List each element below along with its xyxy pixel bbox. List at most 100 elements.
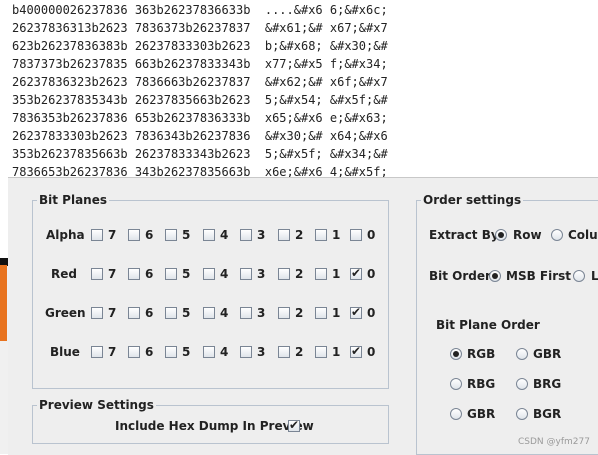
- alpha-bit-6-label: 6: [145, 228, 154, 242]
- order-settings-group: Order settings Extract By Row Colum Bit …: [416, 192, 598, 455]
- green-bit-7-checkbox[interactable]: [91, 307, 103, 319]
- blue-bit-2-label: 2: [295, 345, 304, 359]
- red-bit-5-checkbox[interactable]: [165, 268, 177, 280]
- hex-line: 26237836323b2623 7836663b26237837 &#x62;…: [12, 75, 388, 89]
- plane-order-rgb-radio[interactable]: [450, 348, 462, 360]
- bit-order-msb-radio[interactable]: [489, 270, 501, 282]
- red-bit-0-label: 0: [367, 267, 376, 281]
- blue-bit-7-checkbox[interactable]: [91, 346, 103, 358]
- blue-bit-1-label: 1: [332, 345, 341, 359]
- alpha-bit-3-checkbox[interactable]: [240, 229, 252, 241]
- blue-bit-6-label: 6: [145, 345, 154, 359]
- green-row-label: Green: [45, 306, 86, 320]
- extract-by-column-radio[interactable]: [551, 229, 563, 241]
- blue-bit-4-checkbox[interactable]: [203, 346, 215, 358]
- green-bit-3-checkbox[interactable]: [240, 307, 252, 319]
- blue-bit-0-checkbox[interactable]: [350, 344, 362, 358]
- plane-order-grb-label: GBR: [533, 347, 562, 361]
- green-bit-4-checkbox[interactable]: [203, 307, 215, 319]
- red-bit-2-label: 2: [295, 267, 304, 281]
- bit-order-label: Bit Order: [429, 269, 491, 283]
- extract-by-row-radio[interactable]: [495, 229, 507, 241]
- extract-by-column-label: Colum: [568, 228, 598, 242]
- blue-bit-2-checkbox[interactable]: [278, 346, 290, 358]
- alpha-bit-1-label: 1: [332, 228, 341, 242]
- red-bit-3-checkbox[interactable]: [240, 268, 252, 280]
- watermark: CSDN @yfm277: [518, 437, 590, 447]
- green-bit-1-label: 1: [332, 306, 341, 320]
- blue-bit-7-label: 7: [108, 345, 117, 359]
- plane-order-gbr-radio[interactable]: [450, 408, 462, 420]
- extract-by-label: Extract By: [429, 228, 499, 242]
- alpha-bit-2-label: 2: [295, 228, 304, 242]
- preview-settings-group: Preview Settings Include Hex Dump In Pre…: [32, 397, 389, 444]
- alpha-bit-2-checkbox[interactable]: [278, 229, 290, 241]
- hex-line: 7836353b26237836 653b26237836333b x65;&#…: [12, 111, 388, 125]
- bit-order-msb-label: MSB First: [506, 269, 572, 283]
- plane-order-bgr-label: BGR: [533, 407, 562, 421]
- alpha-bit-7-label: 7: [108, 228, 117, 242]
- alpha-bit-6-checkbox[interactable]: [128, 229, 140, 241]
- alpha-bit-0-label: 0: [367, 228, 376, 242]
- include-hex-dump-checkbox[interactable]: [288, 418, 300, 432]
- red-bit-1-label: 1: [332, 267, 341, 281]
- green-bit-0-checkbox[interactable]: [350, 305, 362, 319]
- blue-bit-4-label: 4: [220, 345, 229, 359]
- alpha-bit-4-checkbox[interactable]: [203, 229, 215, 241]
- green-bit-6-checkbox[interactable]: [128, 307, 140, 319]
- blue-bit-5-label: 5: [182, 345, 191, 359]
- green-bit-4-label: 4: [220, 306, 229, 320]
- plane-order-gbr-label: GBR: [467, 407, 496, 421]
- hex-line: 26237836313b2623 7836373b26237837 &#x61;…: [12, 21, 388, 35]
- green-bit-2-label: 2: [295, 306, 304, 320]
- include-hex-dump-label: Include Hex Dump In Preview: [115, 419, 314, 433]
- blue-bit-3-label: 3: [257, 345, 266, 359]
- plane-order-rgb-label: RGB: [467, 347, 496, 361]
- hex-line: 7837373b26237835 663b26237833343b x77;&#…: [12, 57, 388, 71]
- alpha-bit-1-checkbox[interactable]: [315, 229, 327, 241]
- red-bit-0-checkbox[interactable]: [350, 266, 362, 280]
- red-row-label: Red: [51, 267, 77, 281]
- green-bit-1-checkbox[interactable]: [315, 307, 327, 319]
- red-bit-7-checkbox[interactable]: [91, 268, 103, 280]
- red-bit-6-checkbox[interactable]: [128, 268, 140, 280]
- red-bit-4-checkbox[interactable]: [203, 268, 215, 280]
- red-bit-5-label: 5: [182, 267, 191, 281]
- green-bit-5-checkbox[interactable]: [165, 307, 177, 319]
- alpha-bit-5-label: 5: [182, 228, 191, 242]
- green-bit-7-label: 7: [108, 306, 117, 320]
- green-bit-0-label: 0: [367, 306, 376, 320]
- alpha-bit-5-checkbox[interactable]: [165, 229, 177, 241]
- red-bit-2-checkbox[interactable]: [278, 268, 290, 280]
- alpha-bit-0-checkbox[interactable]: [350, 229, 362, 241]
- hex-line: 26237833303b2623 7836343b26237836 &#x30;…: [12, 129, 388, 143]
- hex-line: 353b26237835343b 26237835663b2623 5;&#x5…: [12, 93, 388, 107]
- plane-order-brg-label: BRG: [533, 377, 562, 391]
- red-bit-6-label: 6: [145, 267, 154, 281]
- hex-line: 353b26237835663b 26237833343b2623 5;&#x5…: [12, 147, 388, 161]
- hex-line: 623b26237836383b 26237833303b2623 b;&#x6…: [12, 39, 388, 53]
- plane-order-bgr-radio[interactable]: [516, 408, 528, 420]
- bit-order-lsb-label: L: [591, 269, 598, 283]
- bit-plane-order-label: Bit Plane Order: [436, 318, 540, 332]
- red-bit-4-label: 4: [220, 267, 229, 281]
- bit-order-lsb-radio[interactable]: [573, 270, 585, 282]
- alpha-bit-7-checkbox[interactable]: [91, 229, 103, 241]
- plane-order-brg-radio[interactable]: [516, 378, 528, 390]
- red-bit-1-checkbox[interactable]: [315, 268, 327, 280]
- alpha-bit-4-label: 4: [220, 228, 229, 242]
- blue-bit-1-checkbox[interactable]: [315, 346, 327, 358]
- blue-bit-6-checkbox[interactable]: [128, 346, 140, 358]
- blue-bit-5-checkbox[interactable]: [165, 346, 177, 358]
- plane-order-grb-radio[interactable]: [516, 348, 528, 360]
- green-bit-2-checkbox[interactable]: [278, 307, 290, 319]
- alpha-bit-3-label: 3: [257, 228, 266, 242]
- red-bit-3-label: 3: [257, 267, 266, 281]
- blue-bit-3-checkbox[interactable]: [240, 346, 252, 358]
- extract-by-row-label: Row: [513, 228, 542, 242]
- hex-dump-area[interactable]: b400000026237836 363b26237836633b ....&#…: [0, 0, 598, 182]
- green-bit-6-label: 6: [145, 306, 154, 320]
- plane-order-rbg-radio[interactable]: [450, 378, 462, 390]
- green-bit-5-label: 5: [182, 306, 191, 320]
- blue-bit-0-label: 0: [367, 345, 376, 359]
